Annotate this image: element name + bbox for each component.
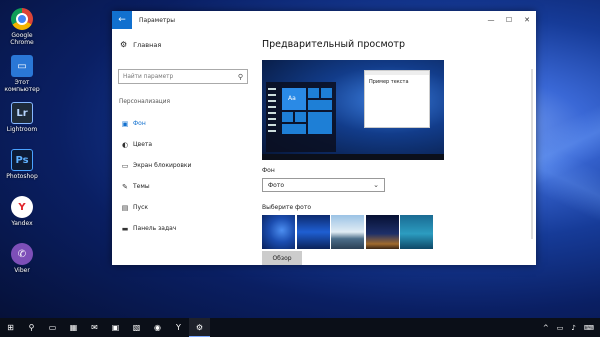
brush-icon: ✎ <box>122 182 128 191</box>
viber-icon: ✆ <box>11 243 33 265</box>
content-scrollbar[interactable] <box>531 69 533 239</box>
desktop-icon-label: Google Chrome <box>10 32 34 46</box>
gear-icon: ⚙ <box>120 40 128 49</box>
sidebar-item-label: Пуск <box>133 204 148 211</box>
preview-tile <box>308 100 332 110</box>
background-label: Фон <box>262 167 275 174</box>
title-bar[interactable]: ← Параметры — ☐ ✕ <box>112 11 536 29</box>
store-icon[interactable]: ▣ <box>105 318 126 337</box>
preview-window: Пример текста <box>364 70 430 128</box>
close-button[interactable]: ✕ <box>518 11 536 29</box>
desktop-icon-label: Этот компьютер <box>4 79 40 93</box>
preview-start-menu: Aa <box>266 82 336 152</box>
sidebar-item-label: Экран блокировки <box>133 162 192 169</box>
preview-tile <box>308 112 332 134</box>
taskbar-icon: ▬ <box>121 224 129 233</box>
preview-tile <box>308 88 319 98</box>
chevron-down-icon: ⌄ <box>373 181 379 189</box>
volume-icon[interactable]: ♪ <box>571 324 575 332</box>
photo-thumbnail[interactable] <box>262 215 295 249</box>
preview-tile <box>282 124 306 134</box>
sidebar-item-lock-screen[interactable]: ▭ Экран блокировки <box>112 155 251 176</box>
sidebar-item-background[interactable]: ▣ Фон <box>112 113 251 134</box>
sidebar-item-label: Цвета <box>133 141 153 148</box>
choose-photo-label: Выберите фото <box>262 204 312 211</box>
page-title: Предварительный просмотр <box>262 39 405 50</box>
preview-tile <box>295 112 306 122</box>
preview-taskbar <box>262 154 444 160</box>
photo-thumbnail[interactable] <box>365 215 399 249</box>
background-type-value: Фото <box>268 181 285 189</box>
lockscreen-icon: ▭ <box>121 161 129 170</box>
yandex-icon[interactable]: Y <box>168 318 189 337</box>
home-label: Главная <box>133 40 162 49</box>
search-icon[interactable]: ⚲ <box>21 318 42 337</box>
preview-app-list <box>268 88 276 136</box>
section-heading: Персонализация <box>119 99 170 105</box>
chevron-up-icon[interactable]: ^ <box>543 324 549 332</box>
background-type-select[interactable]: Фото ⌄ <box>262 178 385 192</box>
taskbar: ⊞ ⚲ ▭ ▦ ✉ ▣ ▧ ◉ Y ⚙ ^ ▭ ♪ ⌨ <box>0 318 600 337</box>
image-icon: ▣ <box>121 119 129 128</box>
photo-thumbnails <box>262 215 435 249</box>
sidebar-item-label: Панель задач <box>133 225 177 232</box>
maximize-button[interactable]: ☐ <box>500 11 518 29</box>
preview-tile-text: Aa <box>288 95 296 102</box>
browse-button[interactable]: Обзор <box>262 251 302 265</box>
desktop-icon-yandex[interactable]: Y Yandex <box>0 194 44 239</box>
photos-icon[interactable]: ▧ <box>126 318 147 337</box>
background-preview: Aa Пример текста <box>262 60 444 160</box>
palette-icon: ◐ <box>121 140 129 149</box>
yandex-icon: Y <box>11 196 33 218</box>
search-placeholder: Найти параметр <box>123 73 174 80</box>
settings-window: ← Параметры — ☐ ✕ ⚙ Главная Найти параме… <box>112 11 536 265</box>
search-icon: ⚲ <box>237 72 243 81</box>
preview-tile <box>321 88 332 98</box>
chrome-icon <box>11 8 33 30</box>
lightroom-icon: Lr <box>11 102 33 124</box>
task-view-icon[interactable]: ▭ <box>42 318 63 337</box>
desktop-icon-lightroom[interactable]: Lr Lightroom <box>0 100 44 145</box>
network-icon[interactable]: ▭ <box>557 324 564 332</box>
preview-tile <box>282 112 293 122</box>
preview-sample-text: Пример текста <box>369 79 409 85</box>
explorer-icon[interactable]: ▦ <box>63 318 84 337</box>
window-title: Параметры <box>139 16 175 24</box>
settings-icon[interactable]: ⚙ <box>189 318 210 337</box>
minimize-button[interactable]: — <box>482 11 500 29</box>
desktop-icon-chrome[interactable]: Google Chrome <box>0 6 44 51</box>
sidebar-item-label: Фон <box>133 120 146 127</box>
desktop-icon-photoshop[interactable]: Ps Photoshop <box>0 147 44 192</box>
start-icon: ▤ <box>121 203 129 212</box>
sidebar-item-themes[interactable]: ✎ Темы <box>112 176 251 197</box>
desktop-icon-this-pc[interactable]: ▭ Этот компьютер <box>0 53 44 98</box>
photo-thumbnail[interactable] <box>296 215 330 249</box>
sidebar-item-taskbar[interactable]: ▬ Панель задач <box>112 218 251 239</box>
desktop-icon-label: Viber <box>14 267 30 274</box>
desktop-icon-viber[interactable]: ✆ Viber <box>0 241 44 286</box>
chrome-icon[interactable]: ◉ <box>147 318 168 337</box>
computer-icon: ▭ <box>11 55 33 77</box>
mail-icon[interactable]: ✉ <box>84 318 105 337</box>
search-input[interactable]: Найти параметр ⚲ <box>118 69 248 84</box>
settings-content: Предварительный просмотр Aa Пример текст <box>262 29 536 265</box>
home-link[interactable]: ⚙ Главная <box>120 40 161 49</box>
sidebar-nav: ▣ Фон ◐ Цвета ▭ Экран блокировки ✎ Темы … <box>112 113 251 239</box>
desktop-icons: Google Chrome ▭ Этот компьютер Lr Lightr… <box>0 6 44 288</box>
system-tray: ^ ▭ ♪ ⌨ <box>535 324 600 332</box>
keyboard-icon[interactable]: ⌨ <box>584 324 594 332</box>
photo-thumbnail[interactable] <box>400 215 433 249</box>
sidebar-item-label: Темы <box>133 183 150 190</box>
desktop-icon-label: Lightroom <box>6 126 38 133</box>
photoshop-icon: Ps <box>11 149 33 171</box>
desktop-icon-label: Yandex <box>11 220 33 227</box>
windows-start-icon[interactable]: ⊞ <box>0 318 21 337</box>
photo-thumbnail[interactable] <box>331 215 364 249</box>
settings-sidebar: ⚙ Главная Найти параметр ⚲ Персонализаци… <box>112 29 251 265</box>
sidebar-item-start[interactable]: ▤ Пуск <box>112 197 251 218</box>
preview-window-bar <box>365 71 429 75</box>
back-button[interactable]: ← <box>112 11 132 29</box>
desktop-icon-label: Photoshop <box>6 173 38 180</box>
sidebar-item-colors[interactable]: ◐ Цвета <box>112 134 251 155</box>
